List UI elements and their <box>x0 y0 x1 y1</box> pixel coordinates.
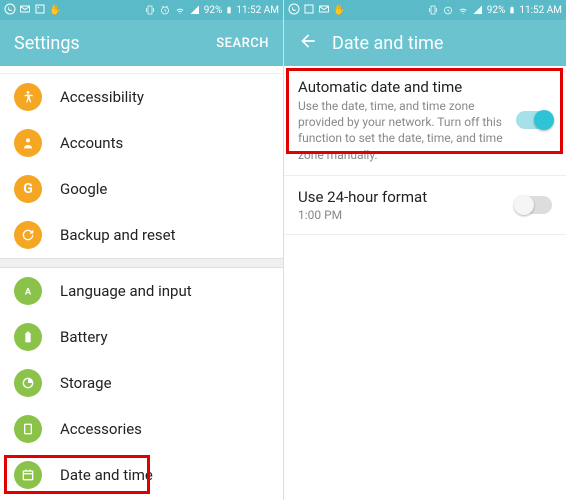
24hour-toggle[interactable] <box>516 196 552 214</box>
backup-icon <box>14 221 42 249</box>
hand-icon: ✋ <box>49 5 61 16</box>
section-divider <box>0 258 283 268</box>
signal-icon <box>189 4 201 16</box>
alarm-icon <box>442 4 454 16</box>
accounts-icon <box>14 129 42 157</box>
battery-icon <box>508 4 516 16</box>
back-button[interactable] <box>298 31 318 55</box>
list-item-label: Accounts <box>60 134 123 152</box>
signal-icon <box>472 4 484 16</box>
setting-subtext: 1:00 PM <box>298 208 506 222</box>
hand-icon: ✋ <box>333 5 345 16</box>
datetime-content: Automatic date and time Use the date, ti… <box>284 66 566 500</box>
battery-percent: 92% <box>487 5 506 16</box>
search-action[interactable]: SEARCH <box>216 36 269 51</box>
settings-app-bar: Settings SEARCH <box>0 20 283 66</box>
datetime-app-bar: Date and time <box>284 20 566 66</box>
setting-24hour[interactable]: Use 24-hour format 1:00 PM <box>284 176 566 235</box>
page-title: Date and time <box>332 33 552 54</box>
clock-time: 11:52 AM <box>519 5 562 16</box>
google-icon: G <box>14 175 42 203</box>
list-item-language[interactable]: A Language and input <box>0 268 283 314</box>
setting-auto-datetime[interactable]: Automatic date and time Use the date, ti… <box>284 66 566 176</box>
list-item-label: Google <box>60 180 107 198</box>
list-item-accessories[interactable]: Accessories <box>0 406 283 452</box>
status-bar: ✋ 92% 11:52 AM <box>0 0 283 20</box>
mail-icon <box>318 3 330 18</box>
auto-datetime-toggle[interactable] <box>516 111 552 129</box>
list-item-label: Storage <box>60 374 112 392</box>
wifi-icon <box>457 4 469 16</box>
image-icon <box>34 3 46 18</box>
setting-title: Automatic date and time <box>298 78 506 96</box>
svg-text:A: A <box>25 286 32 297</box>
clock-time: 11:52 AM <box>236 5 279 16</box>
wifi-icon <box>174 4 186 16</box>
list-item-label: Language and input <box>60 282 192 300</box>
accessories-icon <box>14 415 42 443</box>
list-item-google[interactable]: G Google <box>0 166 283 212</box>
mail-icon <box>19 3 31 18</box>
language-icon: A <box>14 277 42 305</box>
list-item-backup[interactable]: Backup and reset <box>0 212 283 258</box>
list-item-label: Date and time <box>60 466 153 484</box>
list-item-label: Backup and reset <box>60 226 176 244</box>
vibrate-icon <box>427 4 439 16</box>
battery-percent: 92% <box>204 5 223 16</box>
list-item-label: Accessibility <box>60 88 144 106</box>
list-item-accounts[interactable]: Accounts <box>0 120 283 166</box>
setting-description: Use the date, time, and time zone provid… <box>298 98 506 163</box>
settings-list: Accessibility Accounts G Google Backup a… <box>0 66 283 500</box>
alarm-icon <box>159 4 171 16</box>
settings-screen: ✋ 92% 11:52 AM Settings SEARCH <box>0 0 283 500</box>
page-title: Settings <box>14 33 202 54</box>
image-icon <box>303 3 315 18</box>
list-item-datetime[interactable]: Date and time <box>0 452 283 498</box>
list-item-battery[interactable]: Battery <box>0 314 283 360</box>
list-item-label: Battery <box>60 328 108 346</box>
storage-icon <box>14 369 42 397</box>
setting-title: Use 24-hour format <box>298 188 506 206</box>
list-item-label: Accessories <box>60 420 142 438</box>
datetime-screen: ✋ 92% 11:52 AM Date and time <box>283 0 566 500</box>
accessibility-icon <box>14 83 42 111</box>
status-bar: ✋ 92% 11:52 AM <box>284 0 566 20</box>
datetime-icon <box>14 461 42 489</box>
vibrate-icon <box>144 4 156 16</box>
whatsapp-icon <box>4 3 16 18</box>
whatsapp-icon <box>288 3 300 18</box>
list-item-storage[interactable]: Storage <box>0 360 283 406</box>
battery-icon <box>225 4 233 16</box>
battery-icon <box>14 323 42 351</box>
list-item-accessibility[interactable]: Accessibility <box>0 74 283 120</box>
